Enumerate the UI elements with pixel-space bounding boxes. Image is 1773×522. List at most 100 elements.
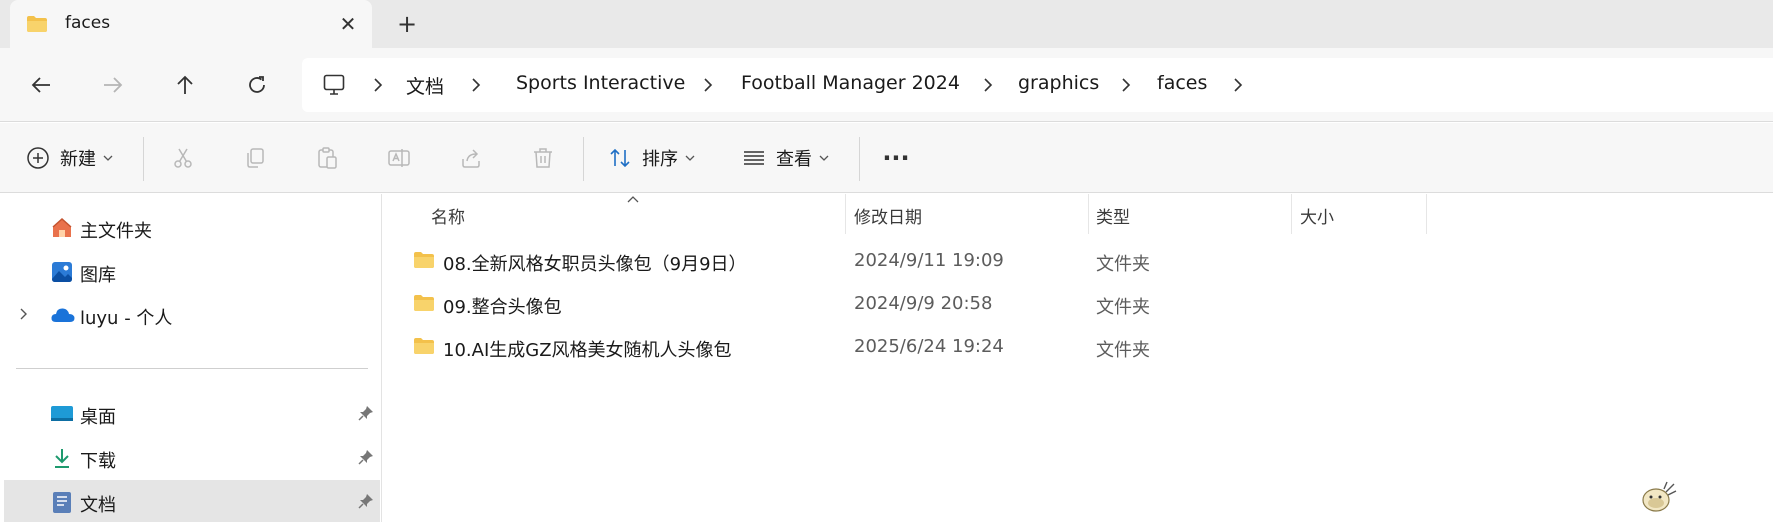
- file-list: 名称 修改日期 类型 大小 08.全新风格女职员头像包（9月9日） 2024/9…: [383, 194, 1773, 522]
- folder-icon: [413, 337, 435, 359]
- breadcrumb-sports-interactive[interactable]: Sports Interactive: [516, 72, 685, 94]
- copy-icon: [247, 148, 264, 168]
- pin-icon[interactable]: [358, 405, 374, 425]
- toolbar-divider: [859, 137, 860, 181]
- table-row[interactable]: 10.AI生成GZ风格美女随机人头像包 2025/6/24 19:24 文件夹: [383, 327, 1773, 367]
- new-button[interactable]: 新建: [26, 141, 113, 175]
- pin-icon[interactable]: [358, 449, 374, 469]
- sidebar-item-downloads[interactable]: 下载: [0, 436, 380, 480]
- sidebar-item-label: 主文件夹: [80, 221, 152, 242]
- file-type: 文件夹: [1096, 340, 1150, 361]
- view-button[interactable]: 查看: [742, 141, 829, 175]
- chevron-right-icon[interactable]: [18, 306, 30, 326]
- chevron-down-icon: [685, 155, 695, 161]
- sidebar-item-gallery[interactable]: 图库: [0, 250, 380, 294]
- breadcrumb-documents[interactable]: 文档: [406, 72, 444, 99]
- chevron-right-icon[interactable]: [982, 75, 994, 95]
- file-type: 文件夹: [1096, 254, 1150, 275]
- sidebar-item-label: 文档: [80, 495, 116, 516]
- home-icon: [50, 216, 74, 240]
- sidebar-item-label: 图库: [80, 265, 116, 286]
- file-name: 08.全新风格女职员头像包（9月9日）: [443, 254, 747, 275]
- chevron-right-icon[interactable]: [1232, 75, 1244, 95]
- sidebar-item-label: 下载: [80, 451, 116, 472]
- column-header-type[interactable]: 类型: [1089, 194, 1291, 234]
- up-button[interactable]: [169, 69, 201, 101]
- view-label: 查看: [776, 149, 812, 170]
- chevron-right-icon[interactable]: [372, 75, 384, 95]
- folder-icon: [26, 15, 48, 37]
- more-options-button[interactable]: ···: [880, 142, 912, 174]
- command-bar: 新建 排序 查看 ···: [0, 123, 1773, 193]
- sort-ascending-icon: [627, 196, 639, 203]
- column-header-size[interactable]: 大小: [1292, 194, 1426, 234]
- tab-faces[interactable]: faces ✕: [10, 0, 372, 48]
- address-bar[interactable]: 文档 Sports Interactive Football Manager 2…: [302, 58, 1773, 112]
- column-header-name[interactable]: 名称: [383, 194, 845, 234]
- sidebar-item-label: luyu - 个人: [80, 308, 173, 329]
- arrow-up-icon: [177, 75, 193, 94]
- table-row[interactable]: 08.全新风格女职员头像包（9月9日） 2024/9/11 19:09 文件夹: [383, 241, 1773, 281]
- sidebar-item-desktop[interactable]: 桌面: [0, 392, 380, 436]
- column-divider[interactable]: [1426, 194, 1427, 234]
- download-icon: [50, 446, 74, 470]
- documents-icon: [50, 490, 74, 514]
- column-header-date[interactable]: 修改日期: [846, 194, 1088, 234]
- folder-icon: [413, 294, 435, 316]
- file-name: 09.整合头像包: [443, 297, 562, 318]
- toolbar-divider: [143, 137, 144, 181]
- sidebar-divider: [16, 368, 368, 369]
- chevron-down-icon: [819, 155, 829, 161]
- file-type: 文件夹: [1096, 297, 1150, 318]
- list-view-icon: [744, 151, 764, 165]
- file-date: 2025/6/24 19:24: [854, 336, 1004, 357]
- breadcrumb-football-manager[interactable]: Football Manager 2024: [741, 72, 960, 94]
- file-name: 10.AI生成GZ风格美女随机人头像包: [443, 340, 732, 361]
- cut-button[interactable]: [167, 142, 199, 174]
- share-icon: [462, 149, 480, 168]
- sort-button[interactable]: 排序: [608, 141, 695, 175]
- chevron-right-icon[interactable]: [470, 75, 482, 95]
- close-tab-button[interactable]: ✕: [336, 12, 360, 36]
- new-tab-button[interactable]: +: [393, 10, 421, 38]
- back-button[interactable]: [25, 69, 57, 101]
- paste-button[interactable]: [311, 142, 343, 174]
- file-date: 2024/9/11 19:09: [854, 250, 1004, 271]
- arrow-left-icon: [31, 77, 50, 93]
- sidebar-item-documents[interactable]: 文档: [4, 480, 380, 522]
- rename-button[interactable]: [383, 142, 415, 174]
- chevron-down-icon: [103, 155, 113, 161]
- column-header-label: 修改日期: [854, 208, 922, 228]
- breadcrumb-graphics[interactable]: graphics: [1018, 72, 1099, 94]
- sidebar-item-label: 桌面: [80, 407, 116, 428]
- gallery-icon: [50, 260, 74, 284]
- arrow-right-icon: [104, 77, 123, 93]
- rename-icon: [388, 149, 410, 167]
- sidebar-item-onedrive[interactable]: luyu - 个人: [0, 293, 380, 337]
- share-button[interactable]: [455, 142, 487, 174]
- navigation-bar: 文档 Sports Interactive Football Manager 2…: [0, 48, 1773, 122]
- pin-icon[interactable]: [358, 493, 374, 513]
- column-header-label: 大小: [1300, 208, 1334, 228]
- file-date: 2024/9/9 20:58: [854, 293, 993, 314]
- tab-title: faces: [65, 13, 111, 33]
- sort-label: 排序: [642, 149, 678, 170]
- refresh-button[interactable]: [241, 69, 273, 101]
- this-pc-icon[interactable]: [322, 73, 346, 101]
- sidebar-item-home[interactable]: 主文件夹: [0, 206, 380, 250]
- navigation-pane: 主文件夹 图库 luyu - 个人 桌面 下载 文档: [0, 194, 382, 522]
- table-row[interactable]: 09.整合头像包 2024/9/9 20:58 文件夹: [383, 284, 1773, 324]
- column-header-label: 类型: [1096, 208, 1130, 228]
- chevron-right-icon[interactable]: [1120, 75, 1132, 95]
- scissors-icon: [174, 148, 192, 168]
- copy-button[interactable]: [239, 142, 271, 174]
- refresh-icon: [249, 76, 265, 93]
- tab-bar: faces ✕ +: [0, 0, 1773, 48]
- onedrive-icon: [50, 303, 75, 327]
- delete-button[interactable]: [527, 142, 559, 174]
- chevron-right-icon[interactable]: [702, 75, 714, 95]
- forward-button[interactable]: [97, 69, 129, 101]
- new-label: 新建: [60, 149, 96, 170]
- floating-assistant-icon[interactable]: [1638, 480, 1678, 518]
- breadcrumb-faces[interactable]: faces: [1157, 72, 1207, 94]
